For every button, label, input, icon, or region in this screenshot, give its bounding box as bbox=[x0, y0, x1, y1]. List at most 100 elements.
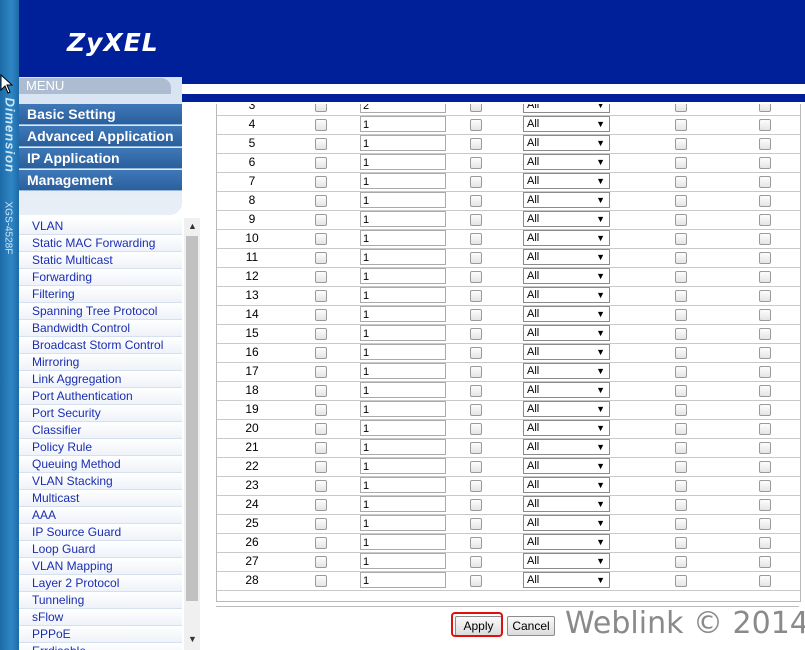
scroll-thumb[interactable] bbox=[186, 236, 198, 601]
row-checkbox-3[interactable] bbox=[759, 404, 771, 416]
row-checkbox-1[interactable] bbox=[470, 328, 482, 340]
value-input[interactable]: 1 bbox=[360, 496, 446, 512]
row-checkbox-0[interactable] bbox=[315, 461, 327, 473]
type-select[interactable]: All ▼ bbox=[523, 306, 610, 322]
type-select[interactable]: All ▼ bbox=[523, 325, 610, 341]
value-input[interactable]: 1 bbox=[360, 344, 446, 360]
menu-button-3[interactable]: Management bbox=[19, 170, 182, 191]
type-select[interactable]: All ▼ bbox=[523, 553, 610, 569]
type-select[interactable]: All ▼ bbox=[523, 382, 610, 398]
value-input[interactable]: 1 bbox=[360, 382, 446, 398]
value-input[interactable]: 1 bbox=[360, 287, 446, 303]
menu-button-0[interactable]: Basic Setting bbox=[19, 104, 182, 125]
value-input[interactable]: 1 bbox=[360, 572, 446, 588]
row-checkbox-1[interactable] bbox=[470, 480, 482, 492]
type-select[interactable]: All ▼ bbox=[523, 211, 610, 227]
row-checkbox-0[interactable] bbox=[315, 442, 327, 454]
row-checkbox-0[interactable] bbox=[315, 271, 327, 283]
submenu-item[interactable]: Forwarding bbox=[19, 269, 182, 286]
row-checkbox-3[interactable] bbox=[759, 385, 771, 397]
scroll-down-icon[interactable]: ▼ bbox=[188, 634, 197, 644]
type-select[interactable]: All ▼ bbox=[523, 401, 610, 417]
row-checkbox-2[interactable] bbox=[675, 252, 687, 264]
value-input[interactable]: 1 bbox=[360, 401, 446, 417]
row-checkbox-0[interactable] bbox=[315, 176, 327, 188]
row-checkbox-3[interactable] bbox=[759, 518, 771, 530]
submenu-item[interactable]: Queuing Method bbox=[19, 456, 182, 473]
type-select[interactable]: All ▼ bbox=[523, 344, 610, 360]
value-input[interactable]: 1 bbox=[360, 439, 446, 455]
menu-button-2[interactable]: IP Application bbox=[19, 148, 182, 169]
row-checkbox-0[interactable] bbox=[315, 157, 327, 169]
type-select[interactable]: All ▼ bbox=[523, 515, 610, 531]
row-checkbox-3[interactable] bbox=[759, 119, 771, 131]
value-input[interactable]: 1 bbox=[360, 477, 446, 493]
menu-button-1[interactable]: Advanced Application bbox=[19, 126, 182, 147]
type-select[interactable]: All ▼ bbox=[523, 173, 610, 189]
value-input[interactable]: 1 bbox=[360, 534, 446, 550]
row-checkbox-1[interactable] bbox=[470, 214, 482, 226]
submenu-item[interactable]: Mirroring bbox=[19, 354, 182, 371]
row-checkbox-1[interactable] bbox=[470, 195, 482, 207]
scroll-up-icon[interactable]: ▲ bbox=[188, 221, 197, 231]
row-checkbox-0[interactable] bbox=[315, 366, 327, 378]
value-input[interactable]: 1 bbox=[360, 553, 446, 569]
row-checkbox-3[interactable] bbox=[759, 271, 771, 283]
row-checkbox-0[interactable] bbox=[315, 328, 327, 340]
row-checkbox-1[interactable] bbox=[470, 461, 482, 473]
type-select[interactable]: All ▼ bbox=[523, 458, 610, 474]
row-checkbox-1[interactable] bbox=[470, 290, 482, 302]
type-select[interactable]: All ▼ bbox=[523, 287, 610, 303]
row-checkbox-3[interactable] bbox=[759, 290, 771, 302]
row-checkbox-3[interactable] bbox=[759, 575, 771, 587]
row-checkbox-0[interactable] bbox=[315, 404, 327, 416]
submenu-item[interactable]: AAA bbox=[19, 507, 182, 524]
row-checkbox-1[interactable] bbox=[470, 309, 482, 321]
row-checkbox-1[interactable] bbox=[470, 138, 482, 150]
row-checkbox-2[interactable] bbox=[675, 138, 687, 150]
row-checkbox-2[interactable] bbox=[675, 366, 687, 378]
row-checkbox-0[interactable] bbox=[315, 119, 327, 131]
row-checkbox-3[interactable] bbox=[759, 233, 771, 245]
row-checkbox-0[interactable] bbox=[315, 104, 327, 112]
value-input[interactable]: 1 bbox=[360, 363, 446, 379]
value-input[interactable]: 1 bbox=[360, 173, 446, 189]
row-checkbox-1[interactable] bbox=[470, 347, 482, 359]
value-input[interactable]: 1 bbox=[360, 420, 446, 436]
row-checkbox-2[interactable] bbox=[675, 328, 687, 340]
row-checkbox-3[interactable] bbox=[759, 214, 771, 226]
type-select[interactable]: All ▼ bbox=[523, 477, 610, 493]
row-checkbox-3[interactable] bbox=[759, 442, 771, 454]
submenu-item[interactable]: Link Aggregation bbox=[19, 371, 182, 388]
row-checkbox-0[interactable] bbox=[315, 385, 327, 397]
row-checkbox-0[interactable] bbox=[315, 233, 327, 245]
submenu-item[interactable]: Port Authentication bbox=[19, 388, 182, 405]
row-checkbox-0[interactable] bbox=[315, 214, 327, 226]
submenu-item[interactable]: IP Source Guard bbox=[19, 524, 182, 541]
row-checkbox-0[interactable] bbox=[315, 537, 327, 549]
row-checkbox-1[interactable] bbox=[470, 252, 482, 264]
value-input[interactable]: 1 bbox=[360, 249, 446, 265]
submenu-item[interactable]: Errdisable bbox=[19, 643, 182, 650]
row-checkbox-2[interactable] bbox=[675, 195, 687, 207]
submenu-item[interactable]: Tunneling bbox=[19, 592, 182, 609]
row-checkbox-2[interactable] bbox=[675, 556, 687, 568]
type-select[interactable]: All ▼ bbox=[523, 572, 610, 588]
submenu-item[interactable]: Bandwidth Control bbox=[19, 320, 182, 337]
type-select[interactable]: All ▼ bbox=[523, 230, 610, 246]
row-checkbox-0[interactable] bbox=[315, 556, 327, 568]
row-checkbox-3[interactable] bbox=[759, 366, 771, 378]
submenu-item[interactable]: VLAN Mapping bbox=[19, 558, 182, 575]
row-checkbox-1[interactable] bbox=[470, 423, 482, 435]
value-input[interactable]: 1 bbox=[360, 306, 446, 322]
submenu-item[interactable]: Classifier bbox=[19, 422, 182, 439]
value-input[interactable]: 2 bbox=[360, 104, 446, 113]
row-checkbox-2[interactable] bbox=[675, 104, 687, 112]
submenu-scrollbar[interactable]: ▲ ▼ bbox=[184, 218, 200, 650]
type-select[interactable]: All ▼ bbox=[523, 104, 610, 113]
row-checkbox-0[interactable] bbox=[315, 195, 327, 207]
row-checkbox-0[interactable] bbox=[315, 309, 327, 321]
submenu-item[interactable]: VLAN Stacking bbox=[19, 473, 182, 490]
type-select[interactable]: All ▼ bbox=[523, 420, 610, 436]
row-checkbox-3[interactable] bbox=[759, 252, 771, 264]
